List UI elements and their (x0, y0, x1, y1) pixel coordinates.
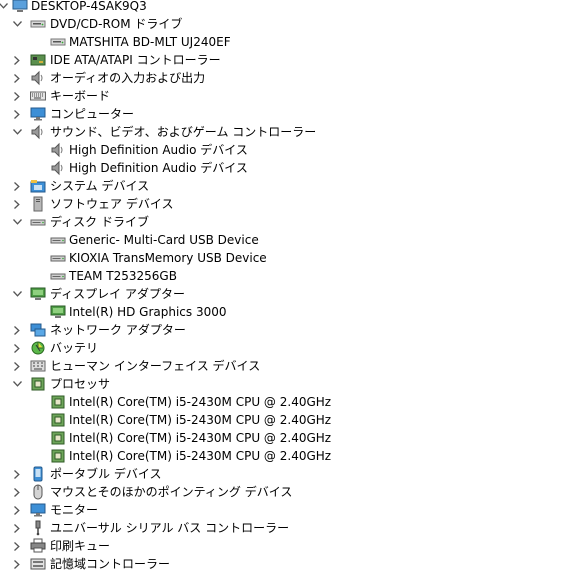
tree-item-label: コンピューター (50, 107, 135, 121)
speaker-icon (50, 142, 66, 158)
tree-item-label: バッテリ (50, 341, 99, 355)
chevron-right-icon[interactable] (10, 87, 24, 105)
computer-icon (12, 0, 28, 14)
dvd-drive-icon (50, 34, 66, 50)
processor-icon (50, 412, 66, 428)
chevron-right-icon[interactable] (10, 51, 24, 69)
chevron-right-icon[interactable] (10, 69, 24, 87)
chevron-right-icon[interactable] (10, 195, 24, 213)
tree-item-label: ユニバーサル シリアル バス コントローラー (50, 521, 290, 535)
hid-icon (30, 358, 46, 374)
chevron-right-icon[interactable] (10, 465, 24, 483)
software-device-icon (30, 196, 46, 212)
usb-icon (30, 520, 46, 536)
portable-device-icon (30, 466, 46, 482)
speaker-icon (50, 160, 66, 176)
tree-item-label: サウンド、ビデオ、およびゲーム コントローラー (50, 125, 317, 139)
monitor-icon (30, 502, 46, 518)
chevron-right-icon[interactable] (10, 501, 24, 519)
chevron-down-icon[interactable] (10, 375, 24, 393)
system-folder-icon (30, 178, 46, 194)
chevron-right-icon[interactable] (10, 339, 24, 357)
mouse-icon (30, 484, 46, 500)
tree-item-label: Intel(R) Core(TM) i5-2430M CPU @ 2.40GHz (69, 395, 332, 409)
tree-item-label: ポータブル デバイス (50, 467, 162, 481)
tree-item-label: High Definition Audio デバイス (69, 143, 248, 157)
display-adapter-icon (50, 304, 66, 320)
tree-item-label: ヒューマン インターフェイス デバイス (50, 359, 261, 373)
network-icon (30, 322, 46, 338)
chevron-right-icon[interactable] (10, 321, 24, 339)
tree-item-label: マウスとそのほかのポインティング デバイス (50, 485, 293, 499)
tree-item-label: KIOXIA TransMemory USB Device (69, 251, 267, 265)
tree-item-label: ディスプレイ アダプター (50, 287, 185, 301)
tree-item-label: MATSHITA BD-MLT UJ240EF (69, 35, 231, 49)
disk-drive-icon (50, 250, 66, 266)
chevron-down-icon[interactable] (0, 0, 10, 15)
printer-icon (30, 538, 46, 554)
tree-item-label: IDE ATA/ATAPI コントローラー (50, 53, 221, 67)
tree-item-label: TEAM T253256GB (69, 269, 177, 283)
device-tree: DESKTOP-4SAK9Q3 DVD/CD-ROM ドライブ MATSHITA … (0, 0, 583, 583)
tree-item-label: Intel(R) Core(TM) i5-2430M CPU @ 2.40GHz (69, 449, 332, 463)
chevron-right-icon[interactable] (10, 519, 24, 537)
speaker-icon (30, 70, 46, 86)
tree-item-label: Intel(R) Core(TM) i5-2430M CPU @ 2.40GHz (69, 431, 332, 445)
disk-drive-icon (30, 214, 46, 230)
storage-controller-icon (30, 556, 46, 572)
chevron-down-icon[interactable] (10, 123, 24, 141)
processor-icon (50, 394, 66, 410)
tree-item-label: Intel(R) Core(TM) i5-2430M CPU @ 2.40GHz (69, 413, 332, 427)
speaker-icon (30, 124, 46, 140)
tree-item-label: モニター (50, 503, 99, 517)
chevron-right-icon[interactable] (10, 105, 24, 123)
root-label: DESKTOP-4SAK9Q3 (31, 0, 147, 13)
tree-item-label: キーボード (50, 89, 111, 103)
disk-drive-icon (50, 232, 66, 248)
tree-item-label: ネットワーク アダプター (50, 323, 186, 337)
tree-item-label: オーディオの入力および出力 (50, 71, 206, 85)
battery-icon (30, 340, 46, 356)
chevron-right-icon[interactable] (10, 483, 24, 501)
tree-item-label: High Definition Audio デバイス (69, 161, 248, 175)
tree-item-label: システム デバイス (50, 179, 150, 193)
display-adapter-icon (30, 286, 46, 302)
processor-icon (30, 376, 46, 392)
tree-item-label: Intel(R) HD Graphics 3000 (69, 305, 227, 319)
tree-item-label: 記憶域コントローラー (50, 557, 171, 571)
chevron-right-icon[interactable] (10, 555, 24, 573)
disk-drive-icon (50, 268, 66, 284)
dvd-drive-icon (30, 16, 46, 32)
tree-item-label: プロセッサ (50, 377, 111, 391)
tree-item-label: ディスク ドライブ (50, 215, 149, 229)
chevron-down-icon[interactable] (10, 15, 24, 33)
chevron-right-icon[interactable] (10, 537, 24, 555)
chevron-down-icon[interactable] (10, 285, 24, 303)
tree-item-label: ソフトウェア デバイス (50, 197, 174, 211)
tree-item-label: 印刷キュー (50, 539, 111, 553)
tree-item-label: DVD/CD-ROM ドライブ (50, 17, 183, 31)
keyboard-icon (30, 88, 46, 104)
ide-controller-icon (30, 52, 46, 68)
monitor-icon (30, 106, 46, 122)
tree-item-label: Generic- Multi-Card USB Device (69, 233, 259, 247)
chevron-down-icon[interactable] (10, 213, 24, 231)
processor-icon (50, 448, 66, 464)
chevron-right-icon[interactable] (10, 357, 24, 375)
chevron-right-icon[interactable] (10, 177, 24, 195)
processor-icon (50, 430, 66, 446)
